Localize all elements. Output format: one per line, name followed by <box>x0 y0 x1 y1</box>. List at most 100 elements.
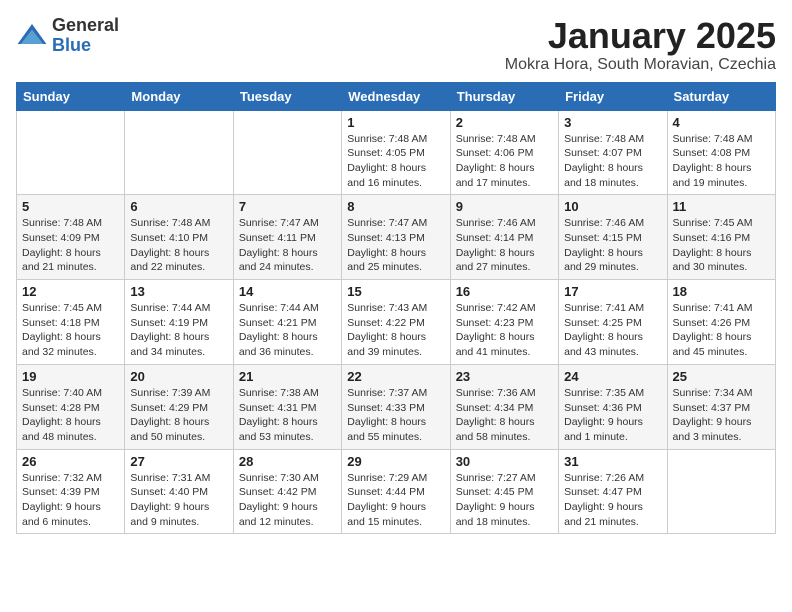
logo-icon <box>16 20 48 52</box>
day-info: Sunrise: 7:31 AMSunset: 4:40 PMDaylight:… <box>130 471 227 530</box>
day-cell: 5 Sunrise: 7:48 AMSunset: 4:09 PMDaylight… <box>17 195 125 280</box>
page-header: General Blue January 2025 Mokra Hora, So… <box>16 16 776 74</box>
day-info: Sunrise: 7:41 AMSunset: 4:25 PMDaylight:… <box>564 301 661 360</box>
day-number: 17 <box>564 284 661 299</box>
day-info: Sunrise: 7:38 AMSunset: 4:31 PMDaylight:… <box>239 386 336 445</box>
day-number: 9 <box>456 199 553 214</box>
day-info: Sunrise: 7:46 AMSunset: 4:15 PMDaylight:… <box>564 216 661 275</box>
day-cell: 27 Sunrise: 7:31 AMSunset: 4:40 PMDayligh… <box>125 449 233 534</box>
day-info: Sunrise: 7:44 AMSunset: 4:21 PMDaylight:… <box>239 301 336 360</box>
day-number: 13 <box>130 284 227 299</box>
day-cell <box>667 449 775 534</box>
title-area: January 2025 Mokra Hora, South Moravian,… <box>505 16 776 74</box>
day-cell: 9 Sunrise: 7:46 AMSunset: 4:14 PMDaylight… <box>450 195 558 280</box>
day-info: Sunrise: 7:48 AMSunset: 4:10 PMDaylight:… <box>130 216 227 275</box>
day-cell: 19Sunrise: 7:40 AMSunset: 4:28 PMDayligh… <box>17 364 125 449</box>
day-number: 15 <box>347 284 444 299</box>
day-number: 28 <box>239 454 336 469</box>
day-cell: 1 Sunrise: 7:48 AMSunset: 4:05 PMDaylight… <box>342 110 450 195</box>
day-cell: 25 Sunrise: 7:34 AMSunset: 4:37 PMDayligh… <box>667 364 775 449</box>
day-cell: 8 Sunrise: 7:47 AMSunset: 4:13 PMDaylight… <box>342 195 450 280</box>
day-number: 4 <box>673 115 770 130</box>
day-info: Sunrise: 7:48 AMSunset: 4:09 PMDaylight:… <box>22 216 119 275</box>
day-info: Sunrise: 7:27 AMSunset: 4:45 PMDaylight:… <box>456 471 553 530</box>
day-info: Sunrise: 7:48 AMSunset: 4:08 PMDaylight:… <box>673 132 770 191</box>
day-info: Sunrise: 7:48 AMSunset: 4:05 PMDaylight:… <box>347 132 444 191</box>
day-number: 18 <box>673 284 770 299</box>
day-cell: 26 Sunrise: 7:32 AMSunset: 4:39 PMDayligh… <box>17 449 125 534</box>
day-info: Sunrise: 7:30 AMSunset: 4:42 PMDaylight:… <box>239 471 336 530</box>
month-title: January 2025 <box>505 16 776 56</box>
weekday-header-sunday: Sunday <box>17 82 125 110</box>
day-number: 30 <box>456 454 553 469</box>
day-cell: 20Sunrise: 7:39 AMSunset: 4:29 PMDayligh… <box>125 364 233 449</box>
weekday-header-wednesday: Wednesday <box>342 82 450 110</box>
week-row-5: 26 Sunrise: 7:32 AMSunset: 4:39 PMDayligh… <box>17 449 776 534</box>
day-info: Sunrise: 7:40 AMSunset: 4:28 PMDaylight:… <box>22 386 119 445</box>
day-info: Sunrise: 7:48 AMSunset: 4:06 PMDaylight:… <box>456 132 553 191</box>
day-info: Sunrise: 7:43 AMSunset: 4:22 PMDaylight:… <box>347 301 444 360</box>
day-info: Sunrise: 7:47 AMSunset: 4:11 PMDaylight:… <box>239 216 336 275</box>
day-info: Sunrise: 7:47 AMSunset: 4:13 PMDaylight:… <box>347 216 444 275</box>
day-number: 25 <box>673 369 770 384</box>
day-info: Sunrise: 7:45 AMSunset: 4:18 PMDaylight:… <box>22 301 119 360</box>
day-info: Sunrise: 7:32 AMSunset: 4:39 PMDaylight:… <box>22 471 119 530</box>
day-number: 26 <box>22 454 119 469</box>
day-number: 14 <box>239 284 336 299</box>
day-number: 3 <box>564 115 661 130</box>
day-info: Sunrise: 7:48 AMSunset: 4:07 PMDaylight:… <box>564 132 661 191</box>
day-cell: 4 Sunrise: 7:48 AMSunset: 4:08 PMDaylight… <box>667 110 775 195</box>
day-info: Sunrise: 7:34 AMSunset: 4:37 PMDaylight:… <box>673 386 770 445</box>
day-number: 8 <box>347 199 444 214</box>
day-cell: 18 Sunrise: 7:41 AMSunset: 4:26 PMDayligh… <box>667 280 775 365</box>
day-info: Sunrise: 7:45 AMSunset: 4:16 PMDaylight:… <box>673 216 770 275</box>
day-cell: 28 Sunrise: 7:30 AMSunset: 4:42 PMDayligh… <box>233 449 341 534</box>
logo-text: General Blue <box>52 16 119 56</box>
day-cell <box>233 110 341 195</box>
day-cell: 22Sunrise: 7:37 AMSunset: 4:33 PMDayligh… <box>342 364 450 449</box>
day-number: 23 <box>456 369 553 384</box>
day-number: 16 <box>456 284 553 299</box>
day-info: Sunrise: 7:39 AMSunset: 4:29 PMDaylight:… <box>130 386 227 445</box>
day-cell: 10 Sunrise: 7:46 AMSunset: 4:15 PMDayligh… <box>559 195 667 280</box>
day-info: Sunrise: 7:44 AMSunset: 4:19 PMDaylight:… <box>130 301 227 360</box>
day-cell: 13 Sunrise: 7:44 AMSunset: 4:19 PMDayligh… <box>125 280 233 365</box>
logo-blue: Blue <box>52 36 119 56</box>
weekday-header-tuesday: Tuesday <box>233 82 341 110</box>
day-cell: 29Sunrise: 7:29 AMSunset: 4:44 PMDayligh… <box>342 449 450 534</box>
day-cell: 30 Sunrise: 7:27 AMSunset: 4:45 PMDayligh… <box>450 449 558 534</box>
weekday-header-row: SundayMondayTuesdayWednesdayThursdayFrid… <box>17 82 776 110</box>
day-cell <box>125 110 233 195</box>
day-info: Sunrise: 7:42 AMSunset: 4:23 PMDaylight:… <box>456 301 553 360</box>
day-cell: 14 Sunrise: 7:44 AMSunset: 4:21 PMDayligh… <box>233 280 341 365</box>
day-number: 29 <box>347 454 444 469</box>
day-info: Sunrise: 7:37 AMSunset: 4:33 PMDaylight:… <box>347 386 444 445</box>
day-number: 21 <box>239 369 336 384</box>
day-cell: 12Sunrise: 7:45 AMSunset: 4:18 PMDayligh… <box>17 280 125 365</box>
week-row-2: 5 Sunrise: 7:48 AMSunset: 4:09 PMDaylight… <box>17 195 776 280</box>
day-number: 5 <box>22 199 119 214</box>
day-cell: 3 Sunrise: 7:48 AMSunset: 4:07 PMDaylight… <box>559 110 667 195</box>
day-cell: 6 Sunrise: 7:48 AMSunset: 4:10 PMDaylight… <box>125 195 233 280</box>
day-number: 7 <box>239 199 336 214</box>
weekday-header-friday: Friday <box>559 82 667 110</box>
day-number: 10 <box>564 199 661 214</box>
day-info: Sunrise: 7:26 AMSunset: 4:47 PMDaylight:… <box>564 471 661 530</box>
day-cell <box>17 110 125 195</box>
day-number: 24 <box>564 369 661 384</box>
day-number: 1 <box>347 115 444 130</box>
day-info: Sunrise: 7:41 AMSunset: 4:26 PMDaylight:… <box>673 301 770 360</box>
day-cell: 15 Sunrise: 7:43 AMSunset: 4:22 PMDayligh… <box>342 280 450 365</box>
weekday-header-thursday: Thursday <box>450 82 558 110</box>
day-cell: 7 Sunrise: 7:47 AMSunset: 4:11 PMDaylight… <box>233 195 341 280</box>
logo-general: General <box>52 16 119 36</box>
day-number: 31 <box>564 454 661 469</box>
day-number: 6 <box>130 199 227 214</box>
weekday-header-saturday: Saturday <box>667 82 775 110</box>
day-cell: 16 Sunrise: 7:42 AMSunset: 4:23 PMDayligh… <box>450 280 558 365</box>
week-row-1: 1 Sunrise: 7:48 AMSunset: 4:05 PMDaylight… <box>17 110 776 195</box>
day-number: 27 <box>130 454 227 469</box>
day-info: Sunrise: 7:46 AMSunset: 4:14 PMDaylight:… <box>456 216 553 275</box>
day-number: 2 <box>456 115 553 130</box>
logo: General Blue <box>16 16 119 56</box>
